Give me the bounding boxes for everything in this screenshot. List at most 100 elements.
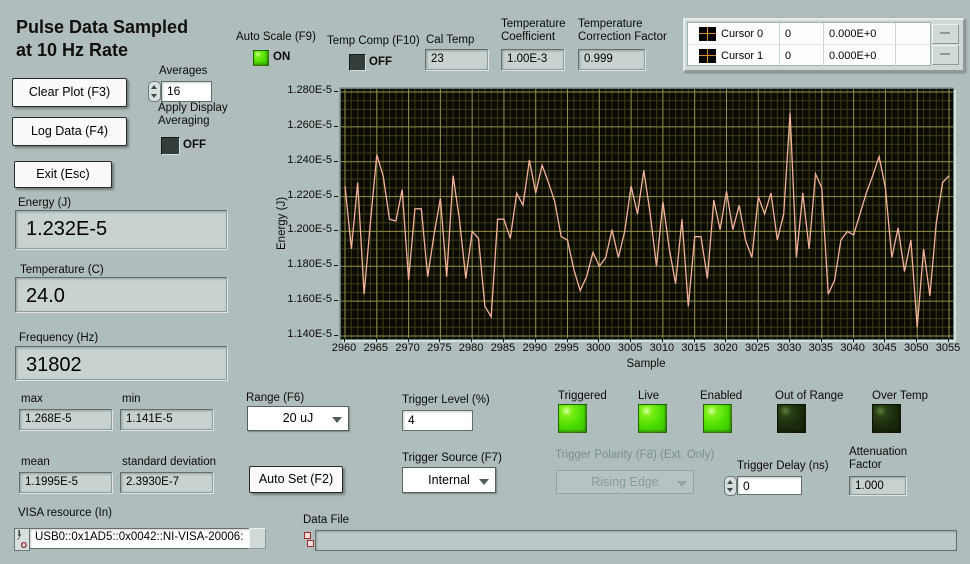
- x-tick-mark: [948, 338, 949, 342]
- x-tick-label: 2970: [390, 342, 426, 354]
- x-tick-label: 3050: [898, 342, 934, 354]
- scroll-up-icon: [940, 32, 950, 34]
- max-field: 1.268E-5: [19, 409, 112, 430]
- temperature-correction-factor-label: Temperature Correction Factor: [578, 18, 667, 44]
- x-tick-label: 3030: [771, 342, 807, 354]
- cursor-row[interactable]: Cursor 0 0 0.000E+0: [688, 23, 930, 44]
- triggered-led: [558, 404, 587, 433]
- energy-trace: [345, 113, 949, 327]
- x-tick-mark: [471, 338, 472, 342]
- legend-scroll-up-button[interactable]: [932, 24, 959, 44]
- x-tick-label: 3055: [930, 342, 966, 354]
- visa-resource-endcap[interactable]: [249, 528, 266, 549]
- visa-resource-label: VISA resource (In): [18, 507, 112, 519]
- x-tick-label: 3045: [866, 342, 902, 354]
- standard-deviation-field: 2.3930E-7: [120, 472, 213, 493]
- log-data-button[interactable]: Log Data (F4): [12, 117, 127, 146]
- stepper-down-icon[interactable]: [727, 488, 733, 492]
- y-tick-mark: [334, 126, 338, 127]
- file-path-icon[interactable]: [304, 531, 314, 548]
- data-file-input[interactable]: [315, 530, 957, 551]
- stepper-down-icon[interactable]: [151, 94, 157, 98]
- x-tick-mark: [503, 338, 504, 342]
- y-tick-label: 1.200E-5: [248, 223, 332, 235]
- x-tick-label: 3000: [580, 342, 616, 354]
- x-tick-mark: [630, 338, 631, 342]
- cursor-row[interactable]: Cursor 1 0 0.000E+0: [688, 44, 930, 66]
- trigger-delay-input[interactable]: 0: [737, 476, 802, 495]
- x-tick-mark: [853, 338, 854, 342]
- temperature-coefficient-label: Temperature Coefficient: [501, 18, 566, 44]
- trigger-level-input[interactable]: 4: [402, 410, 473, 431]
- temperature-field: 24.0: [15, 277, 227, 312]
- energy-label: Energy (J): [18, 197, 71, 209]
- trigger-source-dropdown[interactable]: Internal: [402, 467, 496, 493]
- x-axis-title: Sample: [616, 358, 676, 370]
- x-tick-mark: [535, 338, 536, 342]
- averages-stepper[interactable]: [148, 81, 161, 102]
- cursor-crosshair-icon: [699, 27, 716, 41]
- x-tick-label: 2995: [549, 342, 585, 354]
- cal-temp-label: Cal Temp: [426, 34, 474, 46]
- temp-comp-toggle[interactable]: [349, 54, 366, 71]
- enabled-led: [703, 404, 732, 433]
- mean-label: mean: [21, 456, 50, 468]
- y-tick-label: 1.160E-5: [248, 293, 332, 305]
- exit-button[interactable]: Exit (Esc): [14, 161, 112, 188]
- auto-set-button[interactable]: Auto Set (F2): [249, 466, 343, 493]
- max-label: max: [21, 393, 43, 405]
- energy-field: 1.232E-5: [15, 210, 227, 249]
- out-of-range-led: [777, 404, 806, 433]
- attenuation-factor-label: Attenuation Factor: [849, 446, 907, 472]
- waveform-chart-plot-area[interactable]: [340, 88, 954, 340]
- auto-scale-state: ON: [273, 51, 290, 63]
- cursor-crosshair-icon: [699, 49, 716, 63]
- trigger-source-label: Trigger Source (F7): [402, 452, 502, 464]
- temperature-coefficient-field[interactable]: 1.00E-3: [501, 49, 564, 70]
- x-tick-mark: [439, 338, 440, 342]
- x-tick-label: 2990: [517, 342, 553, 354]
- visa-io-icon[interactable]: I⁄O: [14, 528, 30, 551]
- legend-scroll-down-button[interactable]: [932, 45, 959, 65]
- cal-temp-field[interactable]: 23: [425, 49, 488, 70]
- frequency-label: Frequency (Hz): [19, 332, 98, 344]
- y-tick-mark: [334, 230, 338, 231]
- range-dropdown[interactable]: 20 uJ: [247, 406, 349, 431]
- stepper-up-icon[interactable]: [151, 85, 157, 89]
- auto-scale-led[interactable]: [253, 50, 269, 66]
- y-tick-label: 1.240E-5: [248, 154, 332, 166]
- x-tick-label: 2985: [485, 342, 521, 354]
- chevron-down-icon: [479, 479, 489, 485]
- attenuation-factor-field: 1.000: [849, 476, 906, 495]
- y-tick-label: 1.260E-5: [248, 119, 332, 131]
- y-tick-label: 1.140E-5: [248, 328, 332, 340]
- range-label: Range (F6): [246, 392, 304, 404]
- x-tick-mark: [408, 338, 409, 342]
- temperature-correction-factor-field[interactable]: 0.999: [578, 49, 645, 70]
- standard-deviation-label: standard deviation: [122, 456, 216, 468]
- cursor-legend-rows: Cursor 0 0 0.000E+0 Cursor 1 0 0.000E+0: [687, 22, 931, 66]
- min-label: min: [122, 393, 141, 405]
- y-tick-mark: [334, 196, 338, 197]
- triggered-label: Triggered: [558, 390, 607, 402]
- trigger-level-label: Trigger Level (%): [402, 394, 490, 406]
- x-tick-mark: [821, 338, 822, 342]
- stepper-up-icon[interactable]: [727, 480, 733, 484]
- apply-display-averaging-toggle[interactable]: [161, 137, 180, 155]
- averages-input[interactable]: 16: [161, 81, 212, 102]
- y-tick-label: 1.220E-5: [248, 189, 332, 201]
- cursor-y-value: 0.000E+0: [823, 45, 895, 66]
- x-tick-label: 3010: [644, 342, 680, 354]
- front-panel: Pulse Data Sampled at 10 Hz Rate Clear P…: [0, 0, 970, 564]
- live-label: Live: [638, 390, 659, 402]
- cursor-x-value: 0: [779, 45, 823, 66]
- x-tick-mark: [757, 338, 758, 342]
- clear-plot-button[interactable]: Clear Plot (F3): [12, 78, 127, 107]
- trigger-delay-stepper[interactable]: [724, 476, 737, 496]
- x-tick-label: 2975: [421, 342, 457, 354]
- enabled-label: Enabled: [700, 390, 742, 402]
- range-value: 20 uJ: [283, 411, 314, 425]
- visa-resource-input[interactable]: USB0::0x1AD5::0x0042::NI-VISA-20006:: [29, 528, 254, 549]
- y-tick-label: 1.280E-5: [248, 84, 332, 96]
- x-tick-label: 3025: [739, 342, 775, 354]
